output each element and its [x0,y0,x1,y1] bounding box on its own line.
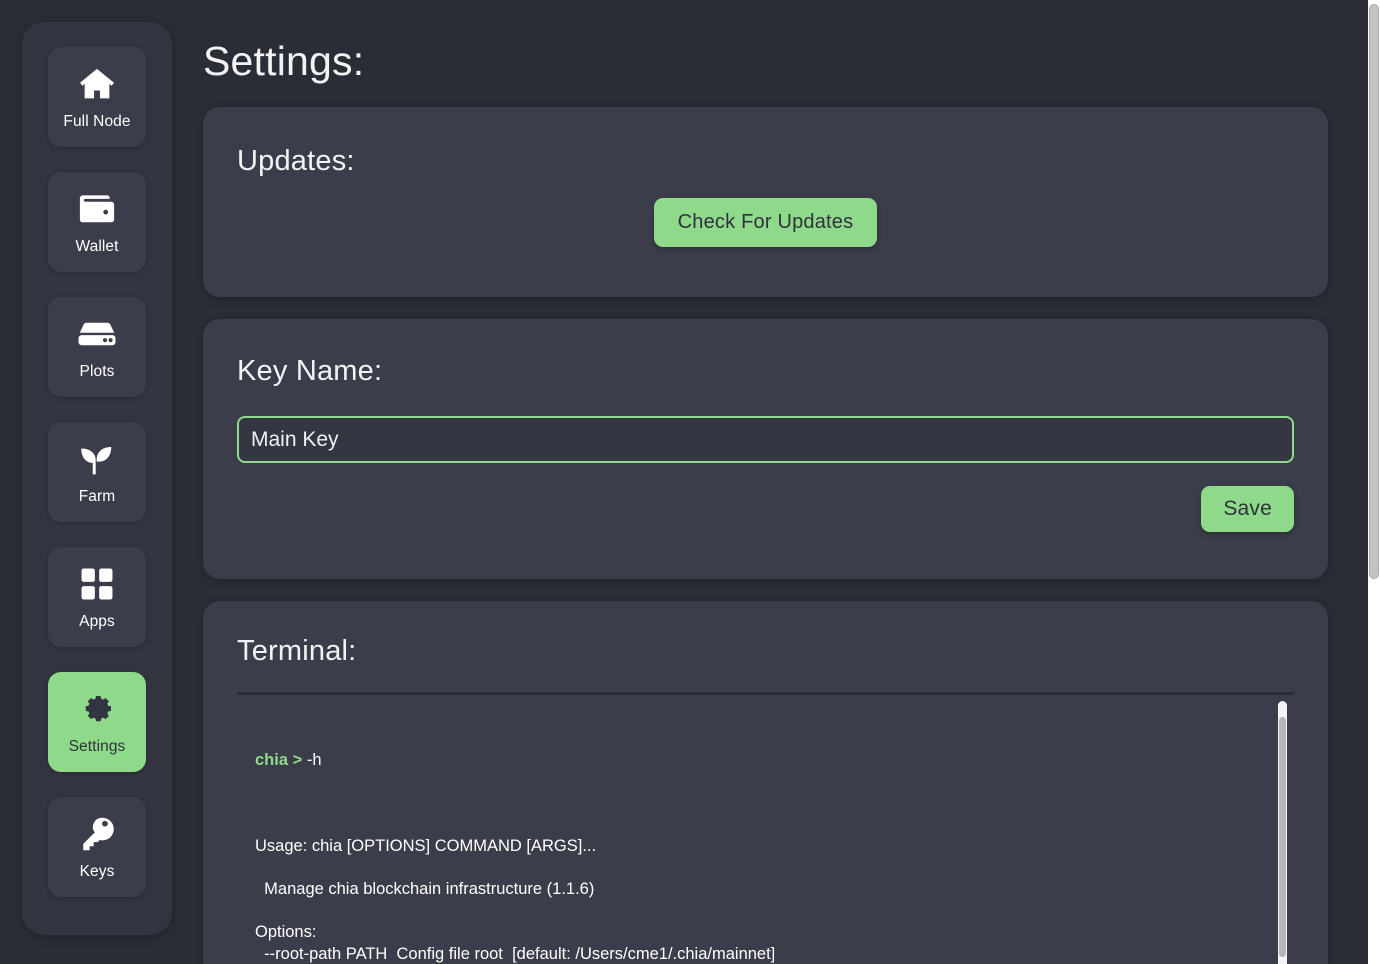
terminal-scrollbar-track[interactable] [1278,701,1287,964]
sidebar-item-wallet[interactable]: Wallet [48,172,146,272]
key-name-title: Key Name: [237,355,383,388]
updates-title: Updates: [237,145,355,178]
grid-icon [76,564,118,604]
sidebar-item-label: Settings [68,738,126,756]
terminal-line: Options: [255,923,317,942]
terminal-title: Terminal: [237,635,357,668]
sidebar-item-label: Plots [79,363,115,381]
app-window: Full Node Wallet Plots Farm Apps Setting… [0,0,1368,964]
sidebar-item-label: Full Node [63,113,131,131]
key-name-card: Key Name: Save [203,319,1328,580]
page-scrollbar-track[interactable] [1368,0,1380,964]
main-content: Settings: Updates: Check For Updates Key… [195,0,1368,964]
terminal-line: Usage: chia [OPTIONS] COMMAND [ARGS]... [255,837,597,856]
updates-card: Updates: Check For Updates [203,107,1328,298]
updates-button-row: Check For Updates [237,198,1294,248]
page-title: Settings: [203,38,365,84]
sidebar-item-farm[interactable]: Farm [48,422,146,522]
terminal-line: --root-path PATH Config file root [defau… [255,944,776,963]
terminal-card: Terminal: chia > -h Usage: chia [OPTIONS… [203,601,1328,964]
gear-icon [76,689,118,729]
check-for-updates-button[interactable]: Check For Updates [653,198,878,248]
sidebar-item-label: Apps [79,613,115,631]
sidebar-region: Full Node Wallet Plots Farm Apps Setting… [0,0,195,964]
sidebar-item-full-node[interactable]: Full Node [48,47,146,147]
page-scrollbar-thumb[interactable] [1369,4,1379,579]
sidebar-item-label: Keys [79,863,115,881]
harddrive-icon [76,314,118,354]
sidebar-item-plots[interactable]: Plots [48,297,146,397]
wallet-icon [76,189,118,229]
terminal-prompt: chia > [255,751,303,770]
terminal-command-line: chia > -h [255,750,1294,772]
sidebar-item-label: Wallet [75,238,119,256]
sidebar-item-apps[interactable]: Apps [48,547,146,647]
sidebar-item-keys[interactable]: Keys [48,797,146,897]
terminal-line: Manage chia blockchain infrastructure (1… [255,880,595,899]
key-name-input[interactable] [237,416,1294,464]
sidebar-item-label: Farm [78,488,116,506]
save-button[interactable]: Save [1201,486,1294,533]
terminal-lines: Usage: chia [OPTIONS] COMMAND [ARGS]... … [255,815,1294,964]
sidebar-item-settings[interactable]: Settings [48,672,146,772]
terminal-text: chia > -h Usage: chia [OPTIONS] COMMAND … [237,695,1294,964]
terminal-command: -h [306,751,322,770]
home-icon [76,64,118,104]
key-icon [76,814,118,854]
save-button-row: Save [237,486,1294,533]
terminal-scrollbar-thumb[interactable] [1279,717,1286,958]
seedling-icon [76,439,118,479]
sidebar: Full Node Wallet Plots Farm Apps Setting… [22,22,172,935]
terminal-output[interactable]: chia > -h Usage: chia [OPTIONS] COMMAND … [237,692,1294,964]
